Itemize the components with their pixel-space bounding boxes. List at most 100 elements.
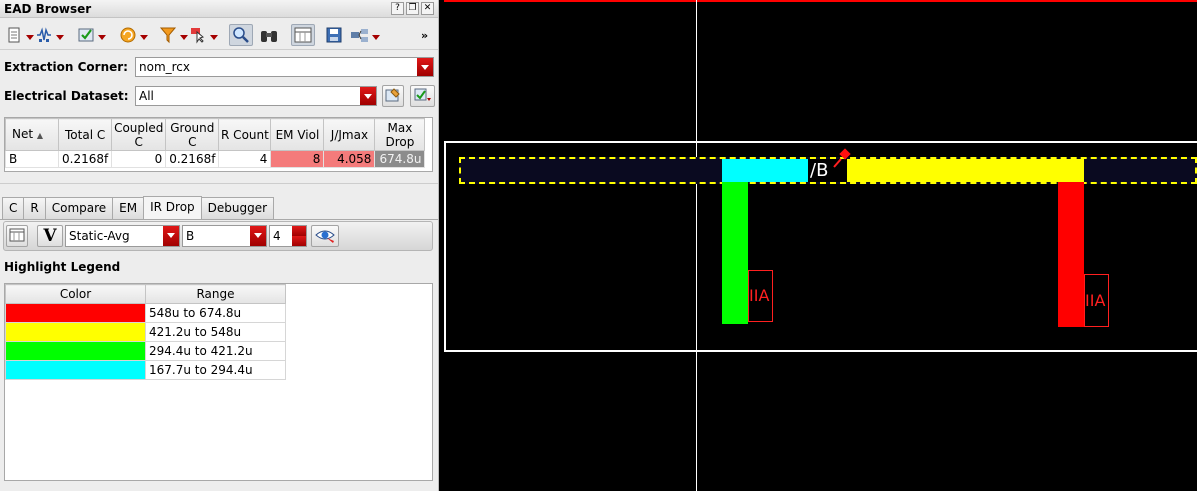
- extraction-corner-row: Extraction Corner: nom_rcx: [4, 57, 434, 77]
- column-header-j-jmax[interactable]: J/Jmax: [323, 118, 376, 151]
- chevron-down-icon: [250, 226, 266, 246]
- legend-color-swatch: [5, 322, 146, 342]
- cell-net: B: [5, 150, 59, 168]
- via-stub-green[interactable]: [722, 182, 748, 324]
- table-row[interactable]: B 0.2168f 0 0.2168f 4 8 4.058 674.8u: [5, 150, 426, 168]
- dataset-check-icon: [414, 87, 432, 106]
- voltage-button[interactable]: V: [37, 225, 63, 247]
- via-stub-red[interactable]: [1058, 182, 1084, 327]
- sort-ascending-icon: ▲: [36, 130, 44, 140]
- legend-row[interactable]: 167.7u to 294.4u: [5, 360, 286, 380]
- column-header-r-count[interactable]: R Count: [218, 118, 272, 151]
- visibility-button[interactable]: [311, 225, 339, 247]
- visibility-icon: [314, 226, 336, 247]
- column-header-ground-c[interactable]: Ground C: [165, 118, 220, 151]
- highlight-legend-table: Color Range 548u to 674.8u 421.2u to 548…: [4, 283, 433, 481]
- main-toolbar: »: [0, 20, 438, 50]
- bins-stepper[interactable]: 4: [269, 225, 307, 247]
- column-header-total-c[interactable]: Total C: [57, 118, 113, 151]
- ir-drop-toolbar: V Static-Avg B 4: [3, 221, 433, 251]
- legend-range: 421.2u to 548u: [145, 322, 286, 342]
- vertical-guide-line: [696, 0, 697, 491]
- cell-coupled-c: 0: [111, 150, 167, 168]
- panel-titlebar: EAD Browser ? ❐ ✕: [0, 0, 438, 18]
- chevron-down-icon: [163, 226, 179, 246]
- tab-compare[interactable]: Compare: [44, 197, 114, 219]
- legend-header: Color Range: [5, 284, 286, 304]
- extraction-corner-select[interactable]: nom_rcx: [135, 57, 434, 77]
- zoom-button[interactable]: [229, 24, 253, 46]
- legend-row[interactable]: 421.2u to 548u: [5, 322, 286, 342]
- cell-boundary-top: [444, 141, 1197, 143]
- binoculars-button[interactable]: [259, 24, 279, 46]
- column-header-net[interactable]: Net ▲: [5, 118, 59, 151]
- tab-c[interactable]: C: [2, 197, 25, 219]
- circuit-menu-button[interactable]: [34, 24, 64, 46]
- column-header-color[interactable]: Color: [5, 284, 146, 304]
- float-button[interactable]: ❐: [406, 2, 419, 15]
- filter-menu-button[interactable]: [158, 24, 188, 46]
- pin-label-left: IIA: [749, 286, 770, 305]
- bins-value: 4: [273, 229, 281, 243]
- check-icon: [76, 25, 96, 45]
- extraction-corner-label: Extraction Corner:: [4, 60, 128, 74]
- chevron-down-icon[interactable]: [292, 236, 306, 246]
- legend-range: 167.7u to 294.4u: [145, 360, 286, 380]
- chevron-up-icon[interactable]: [292, 226, 306, 236]
- electrical-dataset-value: All: [139, 89, 154, 103]
- cell-ground-c: 0.2168f: [165, 150, 220, 168]
- net-table-header: Net ▲ Total C Coupled C Ground C R Count…: [5, 118, 426, 151]
- electrical-dataset-select[interactable]: All: [135, 86, 377, 106]
- column-header-max-drop[interactable]: Max Drop: [374, 118, 426, 151]
- dataset-check-button[interactable]: [410, 85, 435, 107]
- cell-em-viol: 8: [270, 150, 325, 168]
- wire-segment-cyan[interactable]: [722, 159, 808, 182]
- network-icon: [350, 25, 370, 45]
- circuit-icon: [34, 25, 54, 45]
- save-icon: [324, 25, 344, 45]
- overflow-button[interactable]: »: [421, 24, 428, 46]
- pin-label-right: IIA: [1085, 291, 1106, 310]
- refresh-menu-button[interactable]: [118, 24, 148, 46]
- chevron-down-icon: [360, 87, 376, 105]
- legend-color-swatch: [5, 303, 146, 323]
- dataset-edit-icon: [385, 87, 401, 106]
- panel-splitter[interactable]: [0, 183, 438, 192]
- close-button[interactable]: ✕: [421, 2, 434, 15]
- net-select-value: B: [186, 229, 195, 243]
- net-table: Net ▲ Total C Coupled C Ground C R Count…: [4, 117, 433, 172]
- tab-em[interactable]: EM: [112, 197, 145, 219]
- layout-canvas[interactable]: /B IIA IIA: [444, 0, 1197, 491]
- table-view-icon: [9, 228, 25, 245]
- probe-menu-button[interactable]: [188, 24, 218, 46]
- dataset-edit-button[interactable]: [382, 85, 404, 107]
- network-menu-button[interactable]: [350, 24, 380, 46]
- table-button[interactable]: [291, 24, 315, 46]
- column-header-em-viol[interactable]: EM Viol: [270, 118, 325, 151]
- panel-title: EAD Browser: [4, 2, 92, 16]
- ir-mode-value: Static-Avg: [69, 229, 130, 243]
- check-menu-button[interactable]: [76, 24, 106, 46]
- save-button[interactable]: [324, 24, 344, 46]
- legend-row[interactable]: 548u to 674.8u: [5, 303, 286, 323]
- ir-mode-select[interactable]: Static-Avg: [65, 225, 180, 247]
- zoom-icon: [231, 25, 251, 45]
- tab-debugger[interactable]: Debugger: [200, 197, 275, 219]
- table-view-button[interactable]: [6, 225, 28, 247]
- legend-row[interactable]: 294.4u to 421.2u: [5, 341, 286, 361]
- cell-r-count: 4: [218, 150, 272, 168]
- overflow-icon: »: [421, 28, 429, 42]
- legend-color-swatch: [5, 341, 146, 361]
- net-select[interactable]: B: [182, 225, 267, 247]
- column-header-coupled-c[interactable]: Coupled C: [111, 118, 167, 151]
- help-button[interactable]: ?: [391, 2, 404, 15]
- legend-color-swatch: [5, 360, 146, 380]
- tab-r[interactable]: R: [23, 197, 46, 219]
- cell-boundary-bottom: [444, 350, 1197, 352]
- column-header-range[interactable]: Range: [145, 284, 286, 304]
- binoculars-icon: [259, 25, 279, 45]
- wire-segment-yellow[interactable]: [847, 159, 1084, 182]
- analysis-tabs: C R Compare EM IR Drop Debugger: [2, 196, 275, 219]
- tab-ir-drop[interactable]: IR Drop: [143, 196, 202, 219]
- document-menu-button[interactable]: [4, 24, 34, 46]
